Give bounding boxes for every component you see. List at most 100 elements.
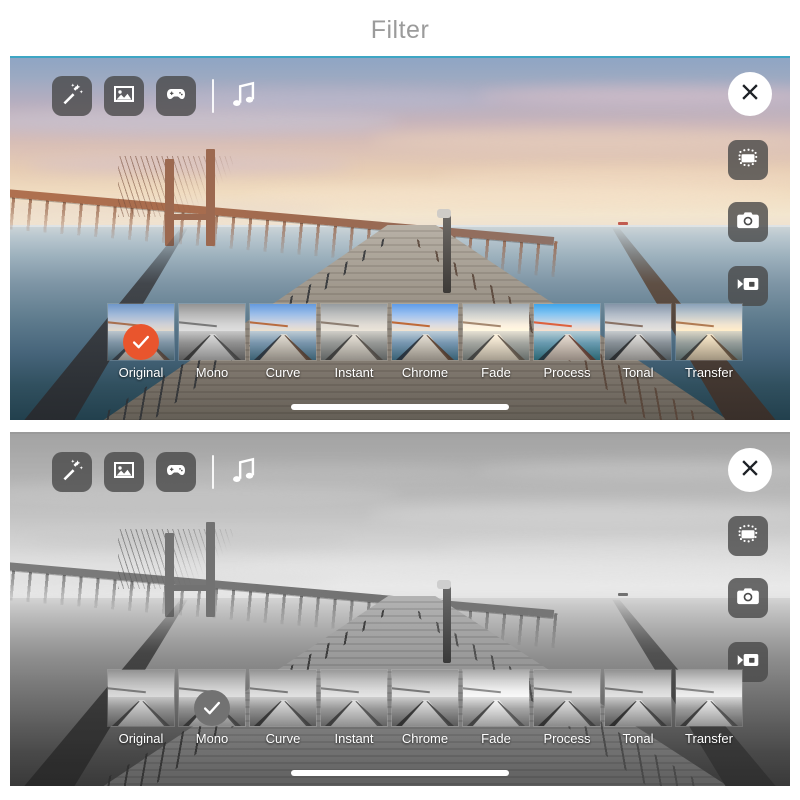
thumb-sky [108,670,174,700]
crop-button[interactable] [728,516,768,556]
magic-wand-icon [60,458,84,487]
filter-thumbnail[interactable] [534,304,600,360]
camera-button[interactable] [728,202,768,242]
bridge-pylon [165,159,174,247]
filter-item-chrome[interactable]: Chrome [392,670,458,746]
bridge-cables [118,529,233,589]
filter-item-instant[interactable]: Instant [321,304,387,380]
right-rail [728,448,772,682]
filter-thumbnail[interactable] [179,304,245,360]
filter-item-curve[interactable]: Curve [250,670,316,746]
thumb-sky [392,670,458,700]
filter-label: Fade [481,365,511,380]
photo-button[interactable] [104,76,144,116]
thumb-sky [605,670,671,700]
thumb-sky [676,670,742,700]
filter-label: Original [118,731,164,746]
filter-thumbnail[interactable] [392,670,458,726]
distant-boat [618,593,629,597]
photo-icon [112,458,136,487]
music-note-icon [226,81,260,115]
filter-filmstrip[interactable]: Original Mono Curve Instant Chrome Fade Proces… [108,670,742,746]
camera-button[interactable] [728,578,768,618]
thumb-sky [676,304,742,334]
filter-label: Process [543,365,591,380]
filter-label: Tonal [622,365,654,380]
thumb-sky [605,304,671,334]
selected-check-badge [123,324,159,360]
filter-item-process[interactable]: Process [534,304,600,380]
filter-item-transfer[interactable]: Transfer [676,670,742,746]
crop-rotate-icon [735,521,761,552]
pier-lamp-post [442,585,451,663]
filter-label: Curve [265,365,301,380]
filter-item-tonal[interactable]: Tonal [605,670,671,746]
game-controller-icon [164,82,188,111]
home-indicator [291,770,509,776]
filter-item-mono[interactable]: Mono [179,670,245,746]
editor-panel-color: Original Mono Curve Instant Chrome Fade Proces… [10,56,790,420]
filter-thumbnail[interactable] [463,670,529,726]
crop-button[interactable] [728,140,768,180]
filter-thumbnail[interactable] [676,304,742,360]
close-button[interactable] [728,448,772,492]
home-indicator [291,404,509,410]
filter-thumbnail[interactable] [321,304,387,360]
filter-item-original[interactable]: Original [108,670,174,746]
filter-label: Instant [334,365,374,380]
games-button[interactable] [156,76,196,116]
photo-button[interactable] [104,452,144,492]
music-button[interactable] [226,453,260,492]
filter-item-mono[interactable]: Mono [179,304,245,380]
filter-thumbnail[interactable] [605,670,671,726]
music-button[interactable] [226,77,260,116]
effects-button[interactable] [52,76,92,116]
bridge-pylon-crossbeam [165,213,215,220]
filter-filmstrip[interactable]: Original Mono Curve Instant Chrome Fade Proces… [108,304,742,380]
filter-thumbnail[interactable] [534,670,600,726]
top-toolbar [52,452,260,492]
filter-thumbnail[interactable] [250,670,316,726]
thumb-sky [392,304,458,334]
filter-thumbnail[interactable] [463,304,529,360]
filter-item-transfer[interactable]: Transfer [676,304,742,380]
filter-thumbnail[interactable] [605,304,671,360]
thumb-sky [250,670,316,700]
filter-item-original[interactable]: Original [108,304,174,380]
bridge-pylon [206,148,215,247]
filter-label: Mono [195,731,229,746]
thumb-sky [321,304,387,334]
page-title: Filter [370,16,430,44]
effects-button[interactable] [52,452,92,492]
distant-boat [618,221,629,225]
filter-label: Chrome [401,365,449,380]
screenshot-root: Filter Original Mono Curve Instant Chrom… [0,0,800,800]
filter-label: Curve [265,731,301,746]
toolbar-divider [212,455,214,489]
filter-item-process[interactable]: Process [534,670,600,746]
pier-lamp-post [442,213,451,294]
close-button[interactable] [728,72,772,116]
filter-item-tonal[interactable]: Tonal [605,304,671,380]
games-button[interactable] [156,452,196,492]
filter-item-fade[interactable]: Fade [463,670,529,746]
game-controller-icon [164,458,188,487]
pier-lamp-head [437,580,452,590]
filter-thumbnail[interactable] [321,670,387,726]
bridge-pylon [165,532,174,618]
filter-item-curve[interactable]: Curve [250,304,316,380]
crop-rotate-icon [735,145,761,176]
filter-item-fade[interactable]: Fade [463,304,529,380]
filter-item-chrome[interactable]: Chrome [392,304,458,380]
filter-label: Instant [334,731,374,746]
filter-item-instant[interactable]: Instant [321,670,387,746]
video-button[interactable] [728,266,768,306]
editor-panel-mono: Original Mono Curve Instant Chrome Fade Proces… [10,432,790,786]
toolbar-divider [212,79,214,113]
filter-thumbnail[interactable] [250,304,316,360]
filter-thumbnail[interactable] [676,670,742,726]
filter-label: Tonal [622,731,654,746]
bridge-cables [118,155,233,218]
filter-thumbnail[interactable] [392,304,458,360]
filter-thumbnail[interactable] [108,670,174,726]
